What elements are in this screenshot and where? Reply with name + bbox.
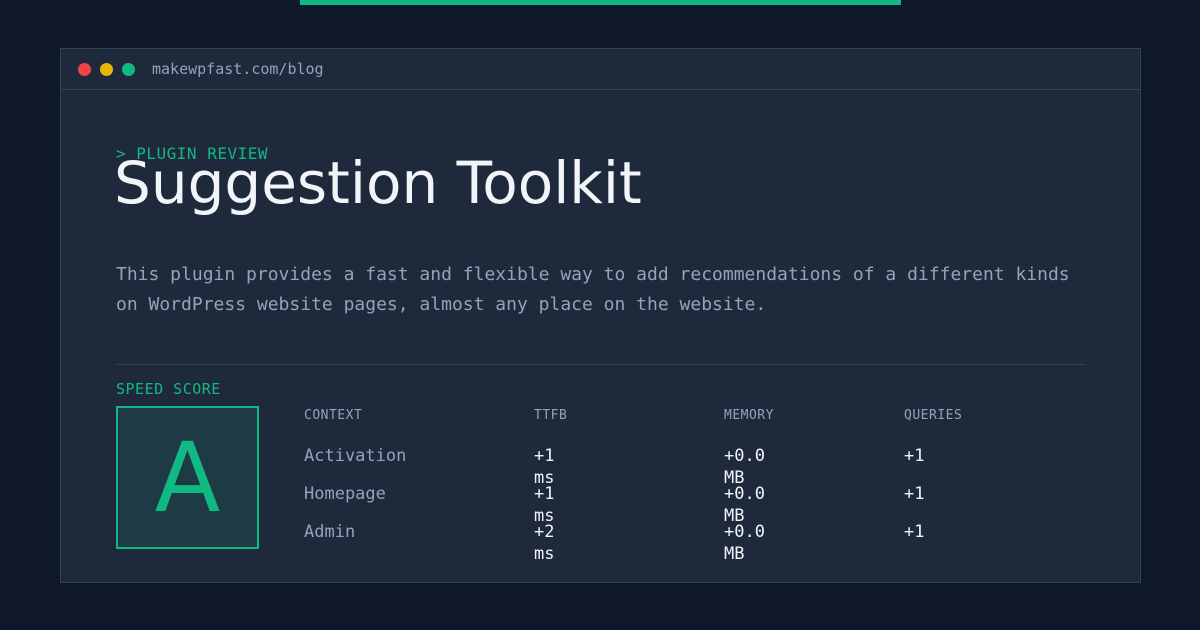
speed-score-badge: A (116, 406, 259, 549)
row-context: Admin (304, 522, 356, 542)
column-header-ttfb: TTFB (534, 408, 568, 423)
row-queries: +1 (904, 522, 925, 542)
browser-window: makewpfast.com/blog > PLUGIN REVIEW Sugg… (60, 48, 1141, 583)
maximize-dot-icon[interactable] (122, 63, 135, 76)
column-header-memory: MEMORY (724, 408, 774, 423)
row-queries: +1 (904, 484, 925, 504)
column-header-context: CONTEXT (304, 408, 363, 423)
column-header-queries: QUERIES (904, 408, 963, 423)
row-context: Activation (304, 446, 407, 466)
close-dot-icon[interactable] (78, 63, 91, 76)
row-memory: +0.0 MB (724, 522, 765, 564)
row-ttfb: +2 ms (534, 522, 555, 564)
url-text: makewpfast.com/blog (152, 60, 324, 78)
plugin-description: This plugin provides a fast and flexible… (116, 264, 1070, 315)
page-title: Suggestion Toolkit (114, 149, 642, 217)
row-context: Homepage (304, 484, 386, 504)
speed-grade: A (154, 421, 221, 534)
divider (116, 364, 1085, 365)
speed-score-label: SPEED SCORE (116, 380, 221, 398)
minimize-dot-icon[interactable] (100, 63, 113, 76)
top-accent-bar (300, 0, 901, 5)
row-queries: +1 (904, 446, 925, 466)
window-titlebar: makewpfast.com/blog (61, 49, 1140, 90)
